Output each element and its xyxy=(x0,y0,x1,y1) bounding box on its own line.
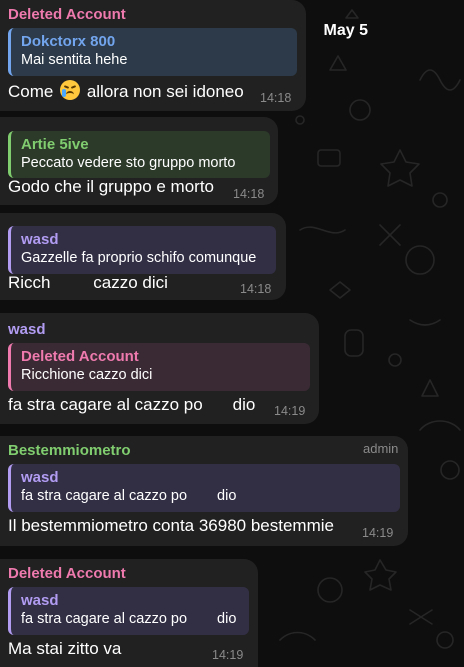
reply-preview[interactable]: wasd fa stra cagare al cazzo po dio xyxy=(8,464,400,512)
message-text: Il bestemmiometro conta 36980 bestemmie xyxy=(8,516,334,535)
sender-name[interactable]: Deleted Account xyxy=(8,6,306,24)
message-text: Godo che il gruppo e morto xyxy=(8,177,215,196)
reply-preview[interactable]: wasd fa stra cagare al cazzo po dio xyxy=(8,587,249,635)
timestamp: 14:19 xyxy=(362,526,394,540)
loudly-crying-face-icon xyxy=(60,80,81,100)
redacted-text xyxy=(50,274,89,293)
message-bubble[interactable]: Artie 5ive Peccato vedere sto gruppo mor… xyxy=(0,117,278,205)
reply-text: Ricchione cazzo dici xyxy=(21,367,153,383)
message-bubble[interactable]: Deleted Account Dokctorx 800 Mai sentita… xyxy=(0,0,306,111)
reply-sender: Dokctorx 800 xyxy=(21,33,116,50)
reply-text: Gazzelle fa proprio schifo comunque xyxy=(21,250,257,266)
timestamp: 14:19 xyxy=(212,648,244,662)
timestamp: 14:19 xyxy=(274,404,306,418)
reply-preview[interactable]: Dokctorx 800 Mai sentita hehe xyxy=(8,28,297,76)
timestamp: 14:18 xyxy=(240,282,272,296)
sender-name[interactable]: Deleted Account xyxy=(8,565,258,583)
sender-name[interactable]: wasd xyxy=(8,321,319,339)
message-bubble[interactable]: Bestemmiometro admin wasd fa stra cagare… xyxy=(0,436,408,546)
message-text: fa stra cagare al cazzo po dio xyxy=(8,395,256,415)
message-text: Ricch cazzo dici xyxy=(8,273,168,293)
message-bubble[interactable]: Deleted Account wasd fa stra cagare al c… xyxy=(0,559,258,667)
redacted-text xyxy=(187,611,218,627)
timestamp: 14:18 xyxy=(260,91,292,105)
reply-text: Mai sentita hehe xyxy=(21,52,128,68)
redacted-text xyxy=(187,488,218,504)
message-text: Come allora non sei idoneo xyxy=(8,80,244,101)
message-text: Ma stai zitto va xyxy=(8,639,122,658)
reply-text: fa stra cagare al cazzo po dio xyxy=(21,488,237,504)
timestamp: 14:18 xyxy=(233,187,265,201)
reply-sender: wasd xyxy=(21,592,59,609)
reply-sender: wasd xyxy=(21,469,59,486)
reply-preview[interactable]: Deleted Account Ricchione cazzo dici xyxy=(8,343,310,391)
reply-text: Peccato vedere sto gruppo morto xyxy=(21,155,236,171)
redacted-text xyxy=(202,396,233,415)
date-label: May 5 xyxy=(323,22,368,39)
reply-sender: Artie 5ive xyxy=(21,136,89,153)
reply-preview[interactable]: Artie 5ive Peccato vedere sto gruppo mor… xyxy=(8,131,270,178)
message-bubble[interactable]: wasd Deleted Account Ricchione cazzo dic… xyxy=(0,313,319,424)
message-bubble[interactable]: wasd Gazzelle fa proprio schifo comunque… xyxy=(0,213,286,300)
admin-badge: admin xyxy=(363,441,399,456)
reply-text: fa stra cagare al cazzo po dio xyxy=(21,611,237,627)
reply-sender: wasd xyxy=(21,231,59,248)
reply-sender: Deleted Account xyxy=(21,348,139,365)
reply-preview[interactable]: wasd Gazzelle fa proprio schifo comunque xyxy=(8,226,276,274)
sender-name[interactable]: Bestemmiometro xyxy=(8,442,408,460)
